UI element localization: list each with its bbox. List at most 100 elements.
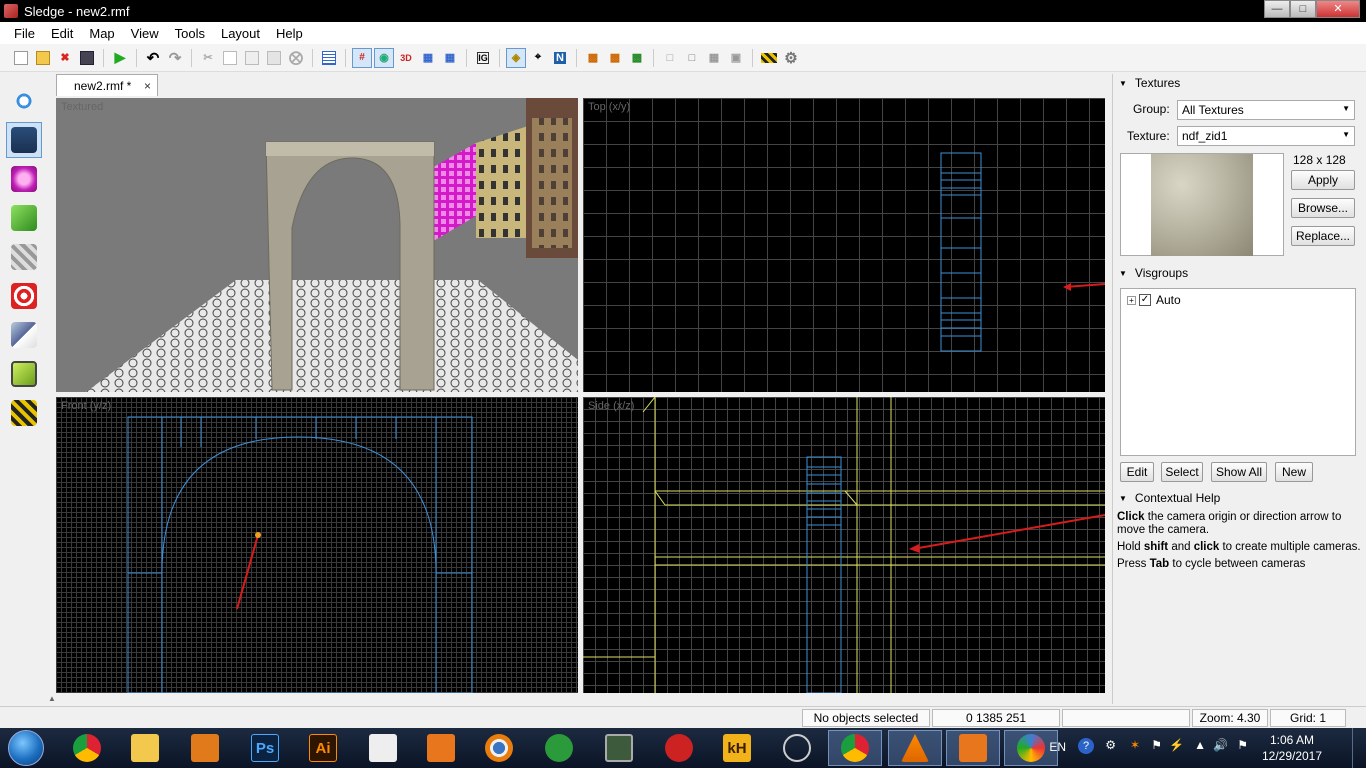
- brush-tool-icon[interactable]: [6, 200, 42, 236]
- menu-tools[interactable]: Tools: [167, 26, 213, 41]
- monitor-icon[interactable]: [592, 730, 646, 766]
- hammer-icon[interactable]: [178, 730, 232, 766]
- sledge-icon[interactable]: [414, 730, 468, 766]
- viewport-resize-handle[interactable]: ▲: [48, 694, 56, 703]
- save-icon[interactable]: [77, 48, 97, 68]
- tray-flag-icon[interactable]: ⚑: [1151, 738, 1162, 752]
- tray-device-icon[interactable]: ⚙: [1105, 738, 1116, 752]
- run-icon[interactable]: ▶: [110, 48, 130, 68]
- group-icon[interactable]: ▩: [583, 48, 603, 68]
- help-tray-icon[interactable]: ?: [1078, 738, 1094, 754]
- illustrator-icon[interactable]: Ai: [296, 730, 350, 766]
- contextual-help-header[interactable]: Contextual Help: [1119, 491, 1220, 505]
- blender-icon[interactable]: [472, 730, 526, 766]
- visgroup-edit-button[interactable]: Edit: [1120, 462, 1154, 482]
- signal-icon[interactable]: ▲: [1194, 738, 1206, 752]
- 2d-view-icon[interactable]: ▦: [418, 48, 438, 68]
- menu-help[interactable]: Help: [268, 26, 311, 41]
- clock-date[interactable]: 12/29/2017: [1256, 749, 1328, 763]
- cordon-tool-icon[interactable]: [6, 395, 42, 431]
- visgroup-item-auto[interactable]: + ✓ Auto: [1127, 293, 1181, 307]
- viewport-front[interactable]: Front (y/z): [56, 397, 578, 693]
- paste-special-icon[interactable]: [264, 48, 284, 68]
- volume-icon[interactable]: 🔊: [1213, 738, 1228, 752]
- visgroup-new-button[interactable]: New: [1275, 462, 1313, 482]
- viewport-side[interactable]: Side (x/z): [583, 397, 1105, 693]
- hide-icon[interactable]: ▩: [627, 48, 647, 68]
- undo-icon[interactable]: ↶: [143, 48, 163, 68]
- menu-layout[interactable]: Layout: [213, 26, 268, 41]
- cut-icon[interactable]: ✂: [198, 48, 218, 68]
- visgroups-header[interactable]: Visgroups: [1119, 266, 1188, 280]
- copy-icon[interactable]: [220, 48, 240, 68]
- paste-icon[interactable]: [242, 48, 262, 68]
- minimize-button[interactable]: —: [1264, 0, 1290, 18]
- menu-file[interactable]: File: [6, 26, 43, 41]
- tray-app-icon[interactable]: ✶: [1130, 738, 1140, 752]
- viewport-top[interactable]: Top (x/y): [583, 98, 1105, 392]
- vlc-icon[interactable]: [888, 730, 942, 766]
- apply-button[interactable]: Apply: [1291, 170, 1355, 190]
- visgroup-checkbox[interactable]: ✓: [1139, 294, 1151, 306]
- sledge-active-icon[interactable]: [946, 730, 1000, 766]
- replace-button[interactable]: Replace...: [1291, 226, 1355, 246]
- camera-tool-icon[interactable]: [6, 122, 42, 158]
- clock-time[interactable]: 1:06 AM: [1256, 733, 1328, 747]
- language-indicator[interactable]: EN: [1049, 740, 1066, 754]
- hedgehog-icon[interactable]: [652, 730, 706, 766]
- ignore-grouping-icon[interactable]: IG: [473, 48, 493, 68]
- anvil-icon[interactable]: [356, 730, 410, 766]
- carve-icon[interactable]: □: [660, 48, 680, 68]
- hazard-icon[interactable]: [759, 48, 779, 68]
- tab-close-icon[interactable]: ×: [144, 79, 151, 93]
- selection-tool-icon[interactable]: [6, 83, 42, 119]
- vertex-icon[interactable]: ▣: [726, 48, 746, 68]
- menu-view[interactable]: View: [123, 26, 167, 41]
- clip-icon[interactable]: ▦: [704, 48, 724, 68]
- flag-tray-icon[interactable]: ⚑: [1237, 738, 1248, 752]
- menu-edit[interactable]: Edit: [43, 26, 81, 41]
- browse-button[interactable]: Browse...: [1291, 198, 1355, 218]
- steam-icon[interactable]: [770, 730, 824, 766]
- visgroup-select-button[interactable]: Select: [1161, 462, 1203, 482]
- tray-network-icon[interactable]: ⚡: [1169, 738, 1184, 752]
- hollow-icon[interactable]: □: [682, 48, 702, 68]
- kh-icon[interactable]: kH: [710, 730, 764, 766]
- close-button[interactable]: ✕: [1316, 0, 1360, 18]
- visibility-icon[interactable]: ◉: [374, 47, 394, 68]
- ungroup-icon[interactable]: ▩: [605, 48, 625, 68]
- visgroup-show-all-button[interactable]: Show All: [1211, 462, 1267, 482]
- grid-icon[interactable]: #: [352, 47, 372, 68]
- redo-icon[interactable]: ↷: [165, 48, 185, 68]
- document-tab[interactable]: new2.rmf * ×: [56, 74, 158, 96]
- scale-lock-icon[interactable]: ⌖: [528, 48, 548, 68]
- group-select[interactable]: All Textures: [1177, 100, 1355, 120]
- photoshop-icon[interactable]: Ps: [238, 730, 292, 766]
- menu-map[interactable]: Map: [81, 26, 122, 41]
- snap-icon[interactable]: N: [550, 48, 570, 68]
- texture-select[interactable]: ndf_zid1: [1177, 126, 1355, 146]
- decal-tool-icon[interactable]: [6, 278, 42, 314]
- entity-tool-icon[interactable]: [6, 161, 42, 197]
- viewport-textured[interactable]: Textured: [56, 98, 578, 392]
- texture-lock-icon[interactable]: ◈: [506, 47, 526, 68]
- vm-tool-icon[interactable]: [6, 356, 42, 392]
- new-icon[interactable]: [11, 48, 31, 68]
- clock-icon[interactable]: [532, 730, 586, 766]
- texture-tool-icon[interactable]: [6, 239, 42, 275]
- chrome-icon[interactable]: [60, 730, 114, 766]
- open-icon[interactable]: [33, 48, 53, 68]
- chrome-active-icon[interactable]: [828, 730, 882, 766]
- delete-icon[interactable]: ⨂: [286, 48, 306, 68]
- 3d-view-icon[interactable]: 3D: [396, 48, 416, 68]
- 2d-alt-view-icon[interactable]: ▦: [440, 48, 460, 68]
- settings-icon[interactable]: ⚙: [781, 48, 801, 68]
- close-file-icon[interactable]: ✖: [55, 48, 75, 68]
- clip-tool-icon[interactable]: [6, 317, 42, 353]
- tree-expand-icon[interactable]: +: [1127, 295, 1136, 305]
- file-explorer-icon[interactable]: [118, 730, 172, 766]
- textures-header[interactable]: Textures: [1119, 76, 1180, 90]
- show-desktop-button[interactable]: [1352, 728, 1366, 768]
- properties-icon[interactable]: [319, 48, 339, 68]
- start-button[interactable]: [8, 730, 44, 766]
